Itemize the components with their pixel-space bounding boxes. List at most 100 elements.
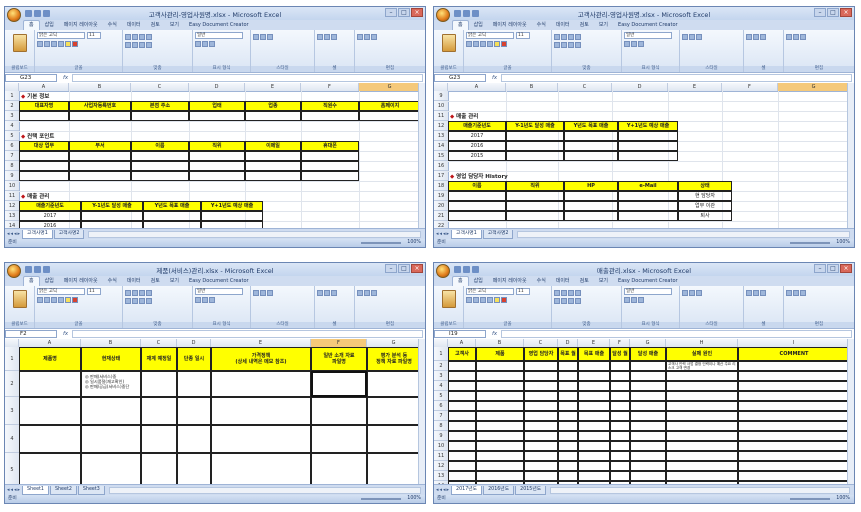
border-icon[interactable]	[58, 297, 64, 303]
data-cell[interactable]	[476, 451, 524, 461]
data-cell[interactable]	[69, 171, 131, 181]
sheet-tab[interactable]: Sheet2	[49, 485, 77, 495]
wrap-text-icon[interactable]	[575, 290, 581, 296]
comma-icon[interactable]	[209, 297, 215, 303]
data-cell[interactable]	[738, 431, 850, 441]
data-cell[interactable]	[558, 461, 578, 471]
column-header-g[interactable]: G	[778, 83, 850, 91]
formula-input[interactable]	[501, 330, 852, 338]
row-header[interactable]: 6	[434, 401, 448, 411]
data-cell[interactable]	[578, 461, 610, 471]
data-cell[interactable]	[143, 211, 201, 221]
data-cell[interactable]	[666, 441, 738, 451]
tab-page-layout[interactable]: 페이지 레이아웃	[488, 21, 532, 30]
insert-cell-icon[interactable]	[317, 290, 323, 296]
data-cell[interactable]	[448, 361, 476, 371]
tab-review[interactable]: 검토	[575, 277, 594, 286]
office-button-icon[interactable]	[436, 263, 450, 278]
wrap-text-icon[interactable]	[146, 290, 152, 296]
select-all-corner[interactable]	[5, 83, 19, 91]
cell-style-icon[interactable]	[696, 34, 702, 40]
header-cell[interactable]: 부서	[69, 141, 131, 151]
header-cell[interactable]: Y년도 목표 매출	[143, 201, 201, 211]
sheet-tab[interactable]: 고객사명1	[451, 229, 482, 239]
header-cell[interactable]: 영업 담당자	[524, 347, 558, 361]
column-header-c[interactable]: C	[141, 339, 177, 347]
data-cell[interactable]	[448, 381, 476, 391]
column-header-a[interactable]: A	[448, 83, 506, 91]
data-cell[interactable]	[578, 361, 610, 371]
data-cell[interactable]	[524, 371, 558, 381]
name-box[interactable]: G23	[5, 74, 57, 82]
row-header[interactable]: 2	[434, 361, 448, 371]
align-left-icon[interactable]	[125, 42, 131, 48]
data-cell[interactable]	[558, 411, 578, 421]
data-cell[interactable]	[81, 397, 141, 425]
data-cell[interactable]	[630, 401, 666, 411]
cells-area[interactable]: 제품명 현재상태 재계 예정일 단종 일시 가격정책 (상세 내역은 메모 참조…	[19, 347, 421, 485]
data-cell[interactable]	[189, 151, 245, 161]
data-cell[interactable]	[476, 361, 524, 371]
find-icon[interactable]	[371, 34, 377, 40]
header-cell[interactable]: 휴대폰	[301, 141, 359, 151]
font-size-box[interactable]: 11	[87, 288, 101, 295]
data-cell[interactable]	[189, 111, 245, 121]
formula-input[interactable]	[501, 74, 852, 82]
data-cell[interactable]	[618, 141, 678, 151]
data-cell[interactable]	[141, 371, 177, 397]
header-cell[interactable]: 이메일	[245, 141, 301, 151]
column-header-g[interactable]: G	[367, 339, 421, 347]
row-header[interactable]: 17	[434, 171, 448, 181]
tab-home[interactable]: 홈	[23, 20, 40, 30]
data-cell[interactable]	[558, 451, 578, 461]
data-cell[interactable]	[448, 461, 476, 471]
data-cell[interactable]	[476, 411, 524, 421]
tab-data[interactable]: 데이터	[122, 21, 146, 30]
save-icon[interactable]	[454, 266, 461, 273]
data-cell[interactable]	[630, 361, 666, 371]
data-cell[interactable]	[69, 151, 131, 161]
format-cell-icon[interactable]	[331, 34, 337, 40]
align-left-icon[interactable]	[554, 298, 560, 304]
align-left-icon[interactable]	[554, 42, 560, 48]
data-cell[interactable]	[666, 381, 738, 391]
align-middle-icon[interactable]	[132, 34, 138, 40]
data-cell[interactable]	[564, 131, 618, 141]
data-cell[interactable]	[19, 171, 69, 181]
find-icon[interactable]	[800, 34, 806, 40]
data-cell[interactable]	[367, 397, 421, 425]
data-cell[interactable]	[311, 425, 367, 453]
save-icon[interactable]	[454, 10, 461, 17]
column-header-e[interactable]: E	[245, 83, 301, 91]
data-cell[interactable]	[564, 211, 618, 221]
data-cell[interactable]	[211, 453, 311, 485]
header-cell[interactable]: 업종	[245, 101, 301, 111]
tab-formulas[interactable]: 수식	[532, 277, 551, 286]
data-cell[interactable]	[666, 371, 738, 381]
header-cell[interactable]: 목표 월	[558, 347, 578, 361]
currency-icon[interactable]	[195, 41, 201, 47]
data-cell[interactable]	[666, 451, 738, 461]
close-button[interactable]: ×	[411, 264, 423, 273]
data-cell[interactable]	[177, 425, 211, 453]
format-table-icon[interactable]	[260, 290, 266, 296]
maximize-button[interactable]: □	[827, 8, 839, 17]
data-cell[interactable]	[448, 451, 476, 461]
horizontal-scrollbar[interactable]	[517, 230, 850, 238]
data-cell[interactable]	[301, 161, 359, 171]
row-header[interactable]: 3	[434, 371, 448, 381]
data-cell[interactable]	[131, 151, 189, 161]
sheet-nav-arrows-icon[interactable]: ◂◂◂▸	[436, 231, 450, 237]
data-cell[interactable]	[578, 441, 610, 451]
data-cell[interactable]	[578, 431, 610, 441]
italic-icon[interactable]	[44, 41, 50, 47]
header-cell[interactable]: 단종 일시	[177, 347, 211, 371]
tab-data[interactable]: 데이터	[122, 277, 146, 286]
sort-filter-icon[interactable]	[793, 290, 799, 296]
data-cell[interactable]	[558, 361, 578, 371]
paste-icon[interactable]	[441, 34, 456, 52]
header-cell[interactable]: 사업자등록번호	[69, 101, 131, 111]
font-color-icon[interactable]	[72, 297, 78, 303]
data-cell[interactable]	[81, 211, 143, 221]
row-header[interactable]: 12	[434, 121, 448, 131]
